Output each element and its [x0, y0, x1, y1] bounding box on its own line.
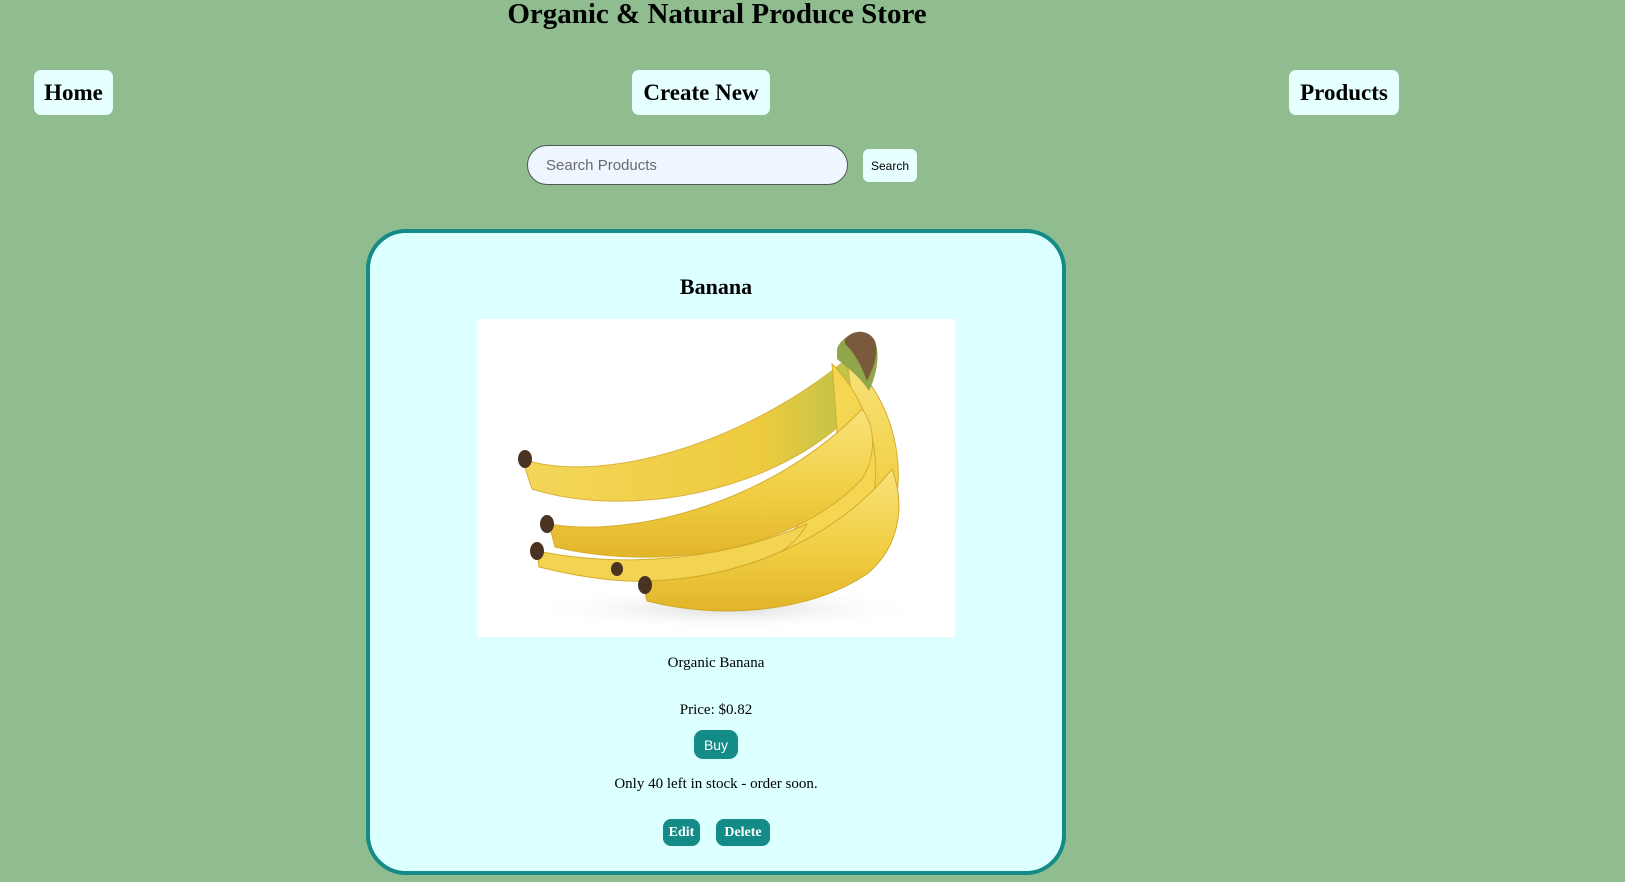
edit-button[interactable]: Edit — [663, 819, 700, 846]
product-description: Organic Banana — [667, 655, 765, 671]
buy-button[interactable]: Buy — [694, 730, 738, 759]
nav-home-button[interactable]: Home — [34, 70, 113, 115]
nav-create-new-button[interactable]: Create New — [632, 70, 770, 115]
product-card: Banana Organic Banana Price: $0.82 Buy O… — [366, 229, 1066, 875]
product-image — [477, 319, 955, 637]
nav-products-button[interactable]: Products — [1289, 70, 1399, 115]
search-button[interactable]: Search — [863, 149, 917, 182]
stock-note: Only 40 left in stock - order soon. — [614, 776, 818, 792]
banana-image — [518, 331, 927, 631]
delete-button[interactable]: Delete — [716, 819, 770, 846]
page-title: Organic & Natural Produce Store — [507, 0, 927, 30]
product-price: Price: $0.82 — [679, 702, 753, 718]
search-input[interactable] — [527, 145, 848, 185]
product-name: Banana — [679, 274, 753, 299]
